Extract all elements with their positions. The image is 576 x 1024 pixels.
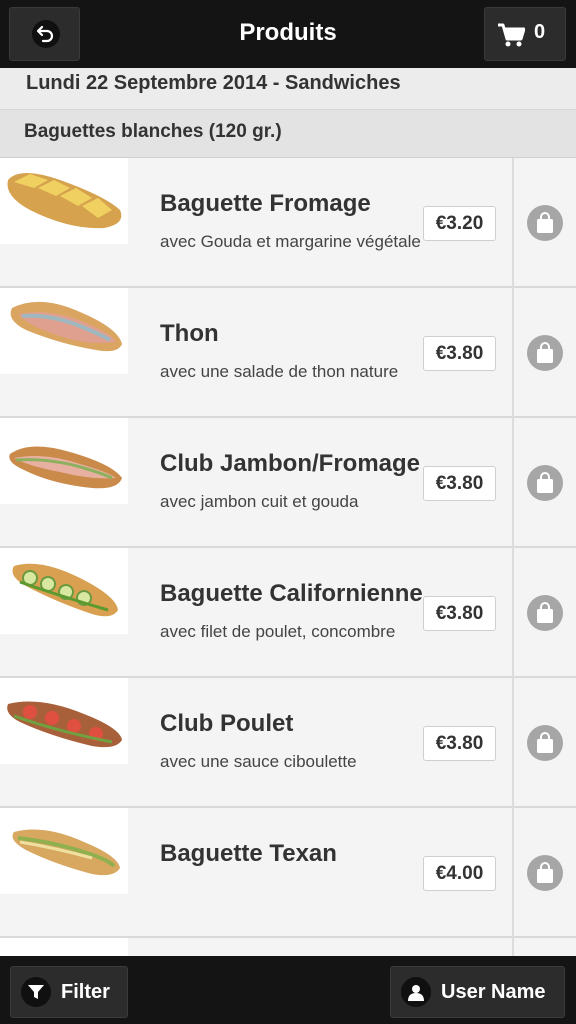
user-name-label: User Name [441, 981, 546, 1003]
product-description: avec jambon cuit et gouda [160, 492, 359, 511]
column-divider [512, 288, 514, 418]
add-to-bag-button[interactable] [527, 595, 563, 631]
add-to-bag-button[interactable] [527, 725, 563, 761]
top-bar: Produits 0 [0, 0, 576, 68]
product-price: €3.80 [423, 336, 496, 371]
user-icon [401, 977, 431, 1007]
product-description: avec une salade de thon nature [160, 362, 399, 381]
column-divider [512, 808, 514, 938]
club-poulet-image [0, 678, 128, 764]
cart-count-badge: 0 [534, 21, 546, 43]
column-divider [512, 158, 514, 288]
column-divider [512, 418, 514, 548]
product-name: Baguette Californienne [160, 580, 423, 607]
baguette-texan-image [0, 808, 128, 894]
funnel-icon [21, 977, 51, 1007]
date-header: Lundi 22 Septembre 2014 - Sandwiches [0, 68, 576, 110]
product-price: €4.00 [423, 856, 496, 891]
product-list: Baguette Fromage avec Gouda et margarine… [0, 158, 576, 956]
product-description: avec filet de poulet, concombre [160, 622, 396, 641]
product-price: €3.80 [423, 596, 496, 631]
product-price: €3.80 [423, 466, 496, 501]
column-divider [512, 938, 514, 956]
add-to-bag-button[interactable] [527, 465, 563, 501]
column-divider [512, 548, 514, 678]
user-button[interactable]: User Name [390, 966, 565, 1018]
product-description: avec Gouda et margarine végétale [160, 232, 421, 251]
product-name: Baguette Texan [160, 840, 337, 867]
cart-icon [498, 23, 525, 47]
product-row[interactable]: Club Jambon/Fromage avec jambon cuit et … [0, 418, 576, 548]
category-header-label: Baguettes blanches (120 gr.) [24, 121, 282, 142]
filter-button[interactable]: Filter [10, 966, 128, 1018]
baguette-californienne-image [0, 548, 128, 634]
product-row[interactable] [0, 938, 576, 956]
product-name: Club Poulet [160, 710, 294, 737]
shopping-bag-icon [537, 602, 553, 623]
thon-image [0, 288, 128, 374]
shopping-bag-icon [537, 732, 553, 753]
baguette-fromage-image [0, 158, 128, 244]
bottom-bar: Filter User Name [0, 956, 576, 1024]
back-button[interactable] [9, 7, 80, 61]
shopping-bag-icon [537, 862, 553, 883]
shopping-bag-icon [537, 472, 553, 493]
product-name: Thon [160, 320, 219, 347]
product-row[interactable]: Thon avec une salade de thon nature €3.8… [0, 288, 576, 418]
product-price: €3.20 [423, 206, 496, 241]
add-to-bag-button[interactable] [527, 335, 563, 371]
product-name: Club Jambon/Fromage [160, 450, 421, 477]
cart-button[interactable]: 0 [484, 7, 566, 61]
shopping-bag-icon [537, 342, 553, 363]
filter-label: Filter [61, 981, 110, 1003]
product-name: Baguette Fromage [160, 190, 371, 217]
category-header: Baguettes blanches (120 gr.) [0, 110, 576, 158]
shopping-bag-icon [537, 212, 553, 233]
club-jambon-fromage-image [0, 418, 128, 504]
column-divider [512, 678, 514, 808]
date-header-label: Lundi 22 Septembre 2014 - Sandwiches [26, 72, 401, 94]
product-description: avec une sauce ciboulette [160, 752, 357, 771]
product-row[interactable]: Baguette Fromage avec Gouda et margarine… [0, 158, 576, 288]
back-arrow-icon [32, 20, 60, 48]
product-row[interactable]: Club Poulet avec une sauce ciboulette €3… [0, 678, 576, 808]
product-row[interactable]: Baguette Californienne avec filet de pou… [0, 548, 576, 678]
product-price: €3.80 [423, 726, 496, 761]
product-row[interactable]: Baguette Texan €4.00 [0, 808, 576, 938]
product-image [0, 938, 128, 956]
add-to-bag-button[interactable] [527, 205, 563, 241]
add-to-bag-button[interactable] [527, 855, 563, 891]
